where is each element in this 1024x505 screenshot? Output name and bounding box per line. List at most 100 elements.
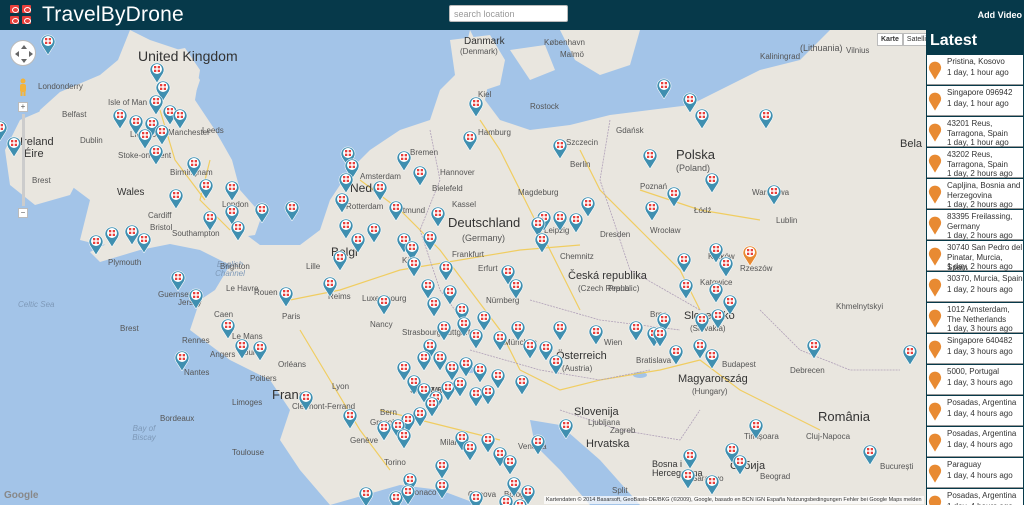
drone-marker-icon[interactable] (552, 319, 568, 341)
drone-marker-icon[interactable] (644, 199, 660, 221)
latest-item[interactable]: 43201 Reus, Tarragona, Spain 1 day, 1 hou… (927, 117, 1023, 147)
selected-drone-marker-icon[interactable] (742, 244, 758, 266)
drone-marker-icon[interactable] (534, 231, 550, 253)
drone-marker-icon[interactable] (426, 295, 442, 317)
drone-marker-icon[interactable] (462, 129, 478, 151)
drone-marker-icon[interactable] (234, 337, 250, 359)
drone-marker-icon[interactable] (88, 233, 104, 255)
map-attribution[interactable]: Kartendaten © 2014 Basarsoft, GeoBasis-D… (544, 496, 924, 504)
add-video-link[interactable]: Add Video (978, 10, 1022, 20)
drone-marker-icon[interactable] (722, 293, 738, 315)
drone-marker-icon[interactable] (748, 417, 764, 439)
drone-marker-icon[interactable] (588, 323, 604, 345)
drone-marker-icon[interactable] (694, 311, 710, 333)
drone-marker-icon[interactable] (704, 171, 720, 193)
drone-marker-icon[interactable] (430, 205, 446, 227)
drone-marker-icon[interactable] (676, 251, 692, 273)
drone-marker-icon[interactable] (338, 171, 354, 193)
drone-marker-icon[interactable] (512, 497, 528, 505)
latest-item[interactable]: Posadas, Argentina1 day, 4 hours ago (927, 489, 1023, 505)
drone-marker-icon[interactable] (416, 349, 432, 371)
drone-marker-icon[interactable] (186, 155, 202, 177)
drone-marker-icon[interactable] (188, 287, 204, 309)
drone-marker-icon[interactable] (652, 325, 668, 347)
drone-marker-icon[interactable] (220, 317, 236, 339)
drone-marker-icon[interactable] (666, 185, 682, 207)
latest-item[interactable]: 83395 Freilassing, Germany 1 day, 2 hours… (927, 210, 1023, 240)
latest-item[interactable]: 1012 Amsterdam, The Netherlands 1 day, 3 … (927, 303, 1023, 333)
zoom-slider[interactable] (22, 114, 25, 206)
drone-marker-icon[interactable] (170, 269, 186, 291)
drone-marker-icon[interactable] (806, 337, 822, 359)
drone-marker-icon[interactable] (396, 427, 412, 449)
drone-marker-icon[interactable] (552, 209, 568, 231)
drone-marker-icon[interactable] (492, 329, 508, 351)
latest-item[interactable]: Pristina, Kosovo 1 day, 1 hour ago (927, 55, 1023, 85)
drone-marker-icon[interactable] (678, 277, 694, 299)
drone-marker-icon[interactable] (508, 277, 524, 299)
drone-marker-icon[interactable] (552, 137, 568, 159)
zoom-out-button[interactable]: − (18, 208, 28, 218)
drone-marker-icon[interactable] (168, 187, 184, 209)
drone-marker-icon[interactable] (136, 231, 152, 253)
drone-marker-icon[interactable] (902, 343, 918, 365)
map-canvas[interactable]: United Kingdom Ireland Éire Wales Isle o… (0, 30, 926, 505)
drone-marker-icon[interactable] (230, 219, 246, 241)
drone-marker-icon[interactable] (422, 229, 438, 251)
drone-marker-icon[interactable] (642, 147, 658, 169)
drone-marker-icon[interactable] (694, 107, 710, 129)
latest-item[interactable]: Posadas, Argentina1 day, 4 hours ago (927, 427, 1023, 457)
drone-marker-icon[interactable] (468, 327, 484, 349)
drone-marker-icon[interactable] (40, 33, 56, 55)
drone-marker-icon[interactable] (704, 347, 720, 369)
drone-marker-icon[interactable] (452, 375, 468, 397)
drone-marker-icon[interactable] (718, 255, 734, 277)
latest-item[interactable]: 43202 Reus, Tarragona, Spain 1 day, 2 hou… (927, 148, 1023, 178)
drone-marker-icon[interactable] (252, 339, 268, 361)
drone-marker-icon[interactable] (202, 209, 218, 231)
street-view-pegman-icon[interactable] (18, 78, 28, 96)
drone-marker-icon[interactable] (568, 211, 584, 233)
drone-marker-icon[interactable] (708, 281, 724, 303)
map-type-karte[interactable]: Karte (877, 33, 903, 46)
drone-marker-icon[interactable] (376, 293, 392, 315)
drone-marker-icon[interactable] (462, 439, 478, 461)
drone-marker-icon[interactable] (758, 107, 774, 129)
drone-marker-icon[interactable] (366, 221, 382, 243)
drone-marker-icon[interactable] (766, 183, 782, 205)
drone-marker-icon[interactable] (480, 383, 496, 405)
map-type-satellit[interactable]: Satellit (902, 33, 926, 46)
drone-marker-icon[interactable] (656, 77, 672, 99)
drone-marker-icon[interactable] (112, 107, 128, 129)
drone-marker-icon[interactable] (6, 135, 22, 157)
drone-marker-icon[interactable] (332, 249, 348, 271)
drone-marker-icon[interactable] (224, 179, 240, 201)
travelbydrone-logo-icon[interactable] (10, 5, 32, 25)
latest-item[interactable]: 5000, Portugal 1 day, 3 hours ago (927, 365, 1023, 395)
drone-marker-icon[interactable] (334, 191, 350, 213)
drone-marker-icon[interactable] (468, 489, 484, 505)
drone-marker-icon[interactable] (284, 199, 300, 221)
latest-item[interactable]: Capljina, Bosnia and Herzegovina 1 day, 2… (927, 179, 1023, 209)
drone-marker-icon[interactable] (522, 337, 538, 359)
drone-marker-icon[interactable] (254, 201, 270, 223)
drone-marker-icon[interactable] (412, 164, 428, 186)
drone-marker-icon[interactable] (342, 407, 358, 429)
drone-marker-icon[interactable] (514, 373, 530, 395)
drone-marker-icon[interactable] (434, 477, 450, 499)
drone-marker-icon[interactable] (472, 361, 488, 383)
drone-marker-icon[interactable] (104, 225, 120, 247)
drone-marker-icon[interactable] (198, 177, 214, 199)
drone-marker-icon[interactable] (278, 285, 294, 307)
drone-marker-icon[interactable] (174, 349, 190, 371)
latest-item[interactable]: Posadas, Argentina1 day, 4 hours ago (927, 396, 1023, 426)
drone-marker-icon[interactable] (350, 231, 366, 253)
drone-marker-icon[interactable] (558, 417, 574, 439)
drone-marker-icon[interactable] (322, 275, 338, 297)
drone-marker-icon[interactable] (400, 483, 416, 505)
drone-marker-icon[interactable] (372, 179, 388, 201)
drone-marker-icon[interactable] (388, 199, 404, 221)
brand-title[interactable]: TravelByDrone (42, 3, 184, 27)
drone-marker-icon[interactable] (298, 389, 314, 411)
zoom-in-button[interactable]: + (18, 102, 28, 112)
